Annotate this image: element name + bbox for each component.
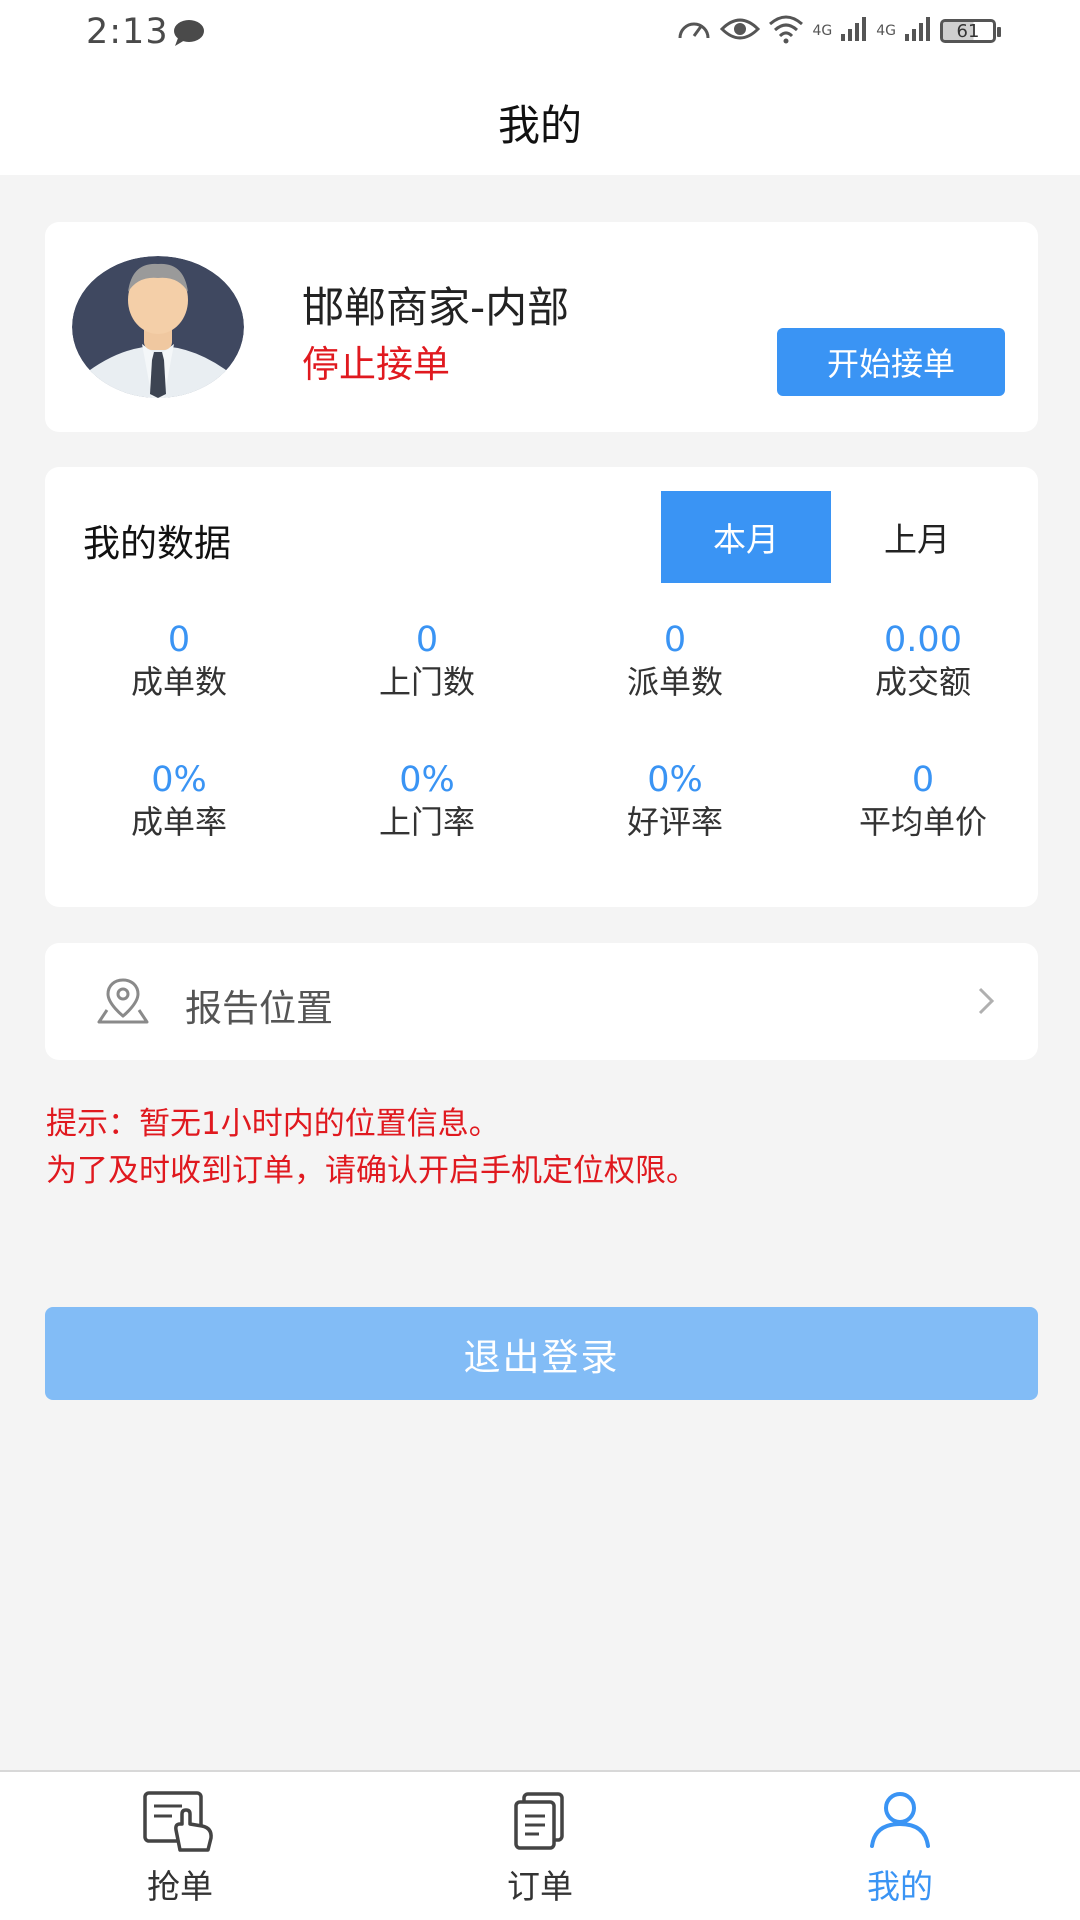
chat-bubble-icon xyxy=(172,18,206,52)
nav-label: 订单 xyxy=(507,1867,573,1906)
stat-value: 0 xyxy=(663,620,687,660)
start-accepting-orders-button[interactable]: 开始接单 xyxy=(777,328,1005,396)
stat-visit-rate: 0% 上门率 xyxy=(303,759,551,843)
stat-label: 成单数 xyxy=(130,663,227,701)
location-pin-icon xyxy=(95,976,151,1030)
stat-value: 0 xyxy=(415,620,439,660)
status-icons: 4G 4G 61 xyxy=(676,14,1001,48)
stat-label: 成交额 xyxy=(874,663,971,701)
stat-turnover: 0.00 成交额 xyxy=(799,619,1047,703)
eye-icon xyxy=(720,15,761,47)
page-title: 我的 xyxy=(497,101,582,150)
stat-positive-rate: 0% 好评率 xyxy=(551,759,799,843)
report-location-label: 报告位置 xyxy=(185,987,333,1030)
profile-card: 邯郸商家-内部 停止接单 开始接单 xyxy=(45,222,1038,432)
order-status-text: 停止接单 xyxy=(302,343,450,386)
stat-value: 0% xyxy=(399,760,455,800)
status-bar: 2:13 4G 4G 61 xyxy=(0,0,1080,68)
battery-level: 61 xyxy=(956,20,980,42)
stat-value: 0% xyxy=(151,760,207,800)
stat-completed-orders: 0 成单数 xyxy=(55,619,303,703)
signal-icon xyxy=(904,16,932,46)
bottom-nav: 抢单 订单 我的 xyxy=(0,1770,1080,1920)
location-tip-line-1: 提示：暂无1小时内的位置信息。 xyxy=(46,1106,500,1142)
report-location-row[interactable]: 报告位置 xyxy=(45,943,1038,1060)
stat-value: 0 xyxy=(911,760,935,800)
order-list-icon xyxy=(510,1790,570,1854)
stat-value: 0.00 xyxy=(884,620,962,660)
wifi-icon xyxy=(768,14,804,48)
logout-button[interactable]: 退出登录 xyxy=(45,1307,1038,1400)
avatar xyxy=(72,256,244,398)
signal-icon xyxy=(840,16,868,46)
stat-label: 成单率 xyxy=(130,803,227,841)
merchant-name: 邯郸商家-内部 xyxy=(302,283,570,332)
stat-value: 0% xyxy=(647,760,703,800)
stat-label: 上门数 xyxy=(378,663,475,701)
stat-completion-rate: 0% 成单率 xyxy=(55,759,303,843)
nav-label: 我的 xyxy=(867,1867,933,1906)
status-time: 2:13 xyxy=(86,12,169,52)
stat-label: 平均单价 xyxy=(858,803,987,841)
nav-header: 我的 xyxy=(0,68,1080,175)
stat-dispatched-orders: 0 派单数 xyxy=(551,619,799,703)
grab-order-icon xyxy=(142,1790,218,1856)
chevron-right-icon xyxy=(976,985,996,1021)
nav-item-grab-orders[interactable]: 抢单 xyxy=(0,1772,360,1920)
stat-label: 好评率 xyxy=(626,803,723,841)
tab-last-month[interactable]: 上月 xyxy=(832,491,1002,583)
user-profile-icon xyxy=(867,1790,933,1854)
stat-label: 派单数 xyxy=(626,663,723,701)
my-data-card: 我的数据 本月 上月 0 成单数 0 上门数 0 派单数 0.00 成交额 0%… xyxy=(45,467,1038,907)
network-type-2: 4G xyxy=(876,23,896,39)
my-data-title: 我的数据 xyxy=(83,522,231,565)
stat-visits: 0 上门数 xyxy=(303,619,551,703)
stat-value: 0 xyxy=(167,620,191,660)
nav-label: 抢单 xyxy=(147,1867,213,1906)
battery-icon: 61 xyxy=(940,19,1001,43)
speedometer-icon xyxy=(676,14,712,48)
network-type-1: 4G xyxy=(812,23,833,39)
stat-average-price: 0 平均单价 xyxy=(799,759,1047,843)
stat-label: 上门率 xyxy=(378,803,475,841)
nav-item-me[interactable]: 我的 xyxy=(720,1772,1080,1920)
location-tip-line-2: 为了及时收到订单，请确认开启手机定位权限。 xyxy=(46,1153,697,1189)
nav-item-orders[interactable]: 订单 xyxy=(360,1772,720,1920)
tab-this-month[interactable]: 本月 xyxy=(661,491,831,583)
